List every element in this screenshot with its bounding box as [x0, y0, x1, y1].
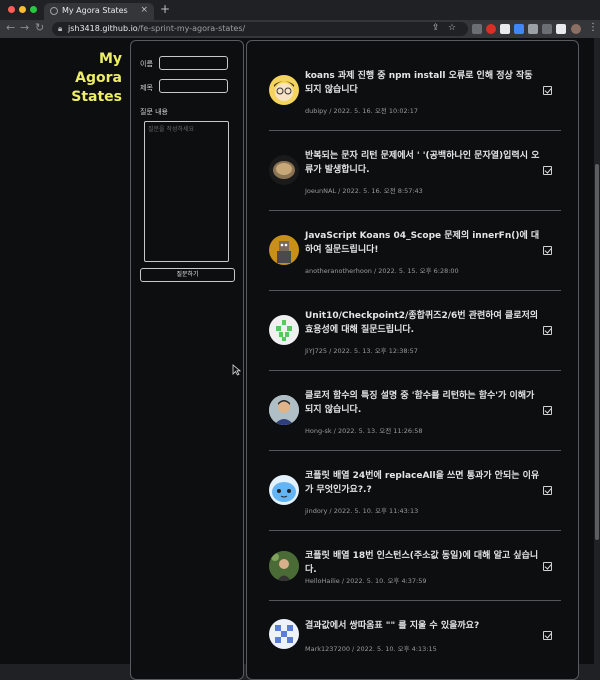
question-meta: Hong-sk / 2022. 5. 13. 오전 11:26:58 — [305, 427, 423, 435]
answered-check-icon — [543, 86, 552, 95]
question-form: 이름 제목 질문 내용 질문을 작성하세요 질문하기 — [130, 40, 244, 680]
window-close-button[interactable] — [8, 6, 15, 13]
avatar-cartoon-boy-icon — [269, 75, 299, 105]
question-meta: anotheranotherhoon / 2022. 5. 15. 오후 6:2… — [305, 267, 459, 275]
window-minimize-button[interactable] — [19, 6, 26, 13]
forward-button[interactable]: → — [20, 21, 29, 34]
answered-check-icon — [543, 246, 552, 255]
reload-button[interactable]: ↻ — [35, 21, 44, 34]
question-item[interactable]: JavaScript Koans 04_Scope 문제의 innerFn()에… — [269, 229, 561, 291]
question-meta: JoeunNAL / 2022. 5. 16. 오전 8:57:43 — [305, 187, 423, 195]
avatar-cute-character-icon — [269, 475, 299, 505]
divider — [269, 210, 561, 211]
page-scrollbar[interactable] — [594, 38, 600, 664]
name-label: 이름 — [140, 60, 153, 68]
question-title[interactable]: 결과값에서 쌍따옴표 "" 를 지울 수 있을까요? — [305, 619, 541, 633]
address-bar[interactable]: 🔒︎ jsh3418.github.io/fe-sprint-my-agora-… — [52, 22, 468, 36]
profile-avatar[interactable] — [571, 24, 581, 34]
name-input[interactable] — [159, 56, 228, 70]
globe-icon — [50, 7, 58, 15]
extension-icon[interactable] — [472, 24, 482, 34]
textarea-placeholder: 질문을 작성하세요 — [148, 126, 195, 133]
question-title[interactable]: koans 과제 진행 중 npm install 오류로 인해 정상 작동 되… — [305, 69, 541, 97]
answered-check-icon — [543, 631, 552, 640]
question-meta: jindory / 2022. 5. 10. 오후 11:43:13 — [305, 507, 419, 515]
mouse-cursor-icon — [232, 364, 241, 376]
logo-line-1: My Agora — [75, 51, 122, 86]
question-item[interactable]: 코플릿 배열 24번에 replaceAll을 쓰면 통과가 안되는 이유가 무… — [269, 469, 561, 531]
content-label: 질문 내용 — [140, 108, 168, 116]
avatar-nature-photo-icon — [269, 551, 299, 581]
divider — [269, 450, 561, 451]
question-item[interactable]: Unit10/Checkpoint2/종합퀴즈2/6번 관련하여 클로저의 효용… — [269, 309, 561, 371]
question-title[interactable]: 클로저 함수의 특징 설명 중 '함수를 리턴하는 함수'가 이해가 되지 않습… — [305, 389, 541, 417]
tab-close-button[interactable]: × — [140, 5, 148, 15]
answered-check-icon — [543, 406, 552, 415]
back-button[interactable]: ← — [6, 21, 15, 34]
lock-icon: 🔒︎ — [58, 24, 63, 33]
question-item[interactable]: koans 과제 진행 중 npm install 오류로 인해 정상 작동 되… — [269, 69, 561, 131]
page-content: My Agora States 이름 제목 질문 내용 질문을 작성하세요 질문… — [0, 38, 594, 680]
question-meta: HelloHailie / 2022. 5. 10. 오후 4:37:59 — [305, 577, 427, 585]
new-tab-button[interactable]: + — [160, 2, 170, 16]
question-title[interactable]: 코플릿 배열 24번에 replaceAll을 쓰면 통과가 안되는 이유가 무… — [305, 469, 541, 497]
logo-line-2: States — [71, 89, 122, 105]
title-input[interactable] — [159, 79, 228, 93]
bookmark-star-icon[interactable]: ☆ — [448, 23, 456, 33]
question-textarea[interactable]: 질문을 작성하세요 — [144, 121, 229, 262]
divider — [269, 370, 561, 371]
extension-icon[interactable] — [514, 24, 524, 34]
question-item[interactable]: 코플릿 배열 18번 인스턴스(주소값 동일)에 대해 알고 싶습니다. Hel… — [269, 549, 561, 601]
question-list: koans 과제 진행 중 npm install 오류로 인해 정상 작동 되… — [246, 40, 579, 680]
question-item[interactable]: 반복되는 문자 리턴 문제에서 ' '(공백하나인 문자열)입력시 오류가 발생… — [269, 149, 561, 211]
tab-bar: My Agora States × + — [0, 0, 600, 20]
question-meta: JiYJ725 / 2022. 5. 13. 오후 12:38:57 — [305, 347, 418, 355]
avatar-person-photo-icon — [269, 395, 299, 425]
extension-icon[interactable] — [500, 24, 510, 34]
avatar-food-bowl-icon — [269, 155, 299, 185]
submit-button[interactable]: 질문하기 — [140, 268, 235, 282]
answered-check-icon — [543, 486, 552, 495]
site-logo: My Agora States — [48, 50, 122, 107]
browser-menu-icon[interactable]: ⋮ — [588, 22, 598, 33]
question-meta: dubipy / 2022. 5. 16. 오전 10:02:17 — [305, 107, 419, 115]
puzzle-icon[interactable] — [528, 24, 538, 34]
answered-check-icon — [543, 326, 552, 335]
divider — [269, 130, 561, 131]
window-zoom-button[interactable] — [30, 6, 37, 13]
answered-check-icon — [543, 166, 552, 175]
avatar-blue-identicon-icon — [269, 619, 299, 649]
divider — [269, 600, 561, 601]
browser-window: My Agora States × + ← → ↻ 🔒︎ jsh3418.git… — [0, 0, 600, 680]
extension-icon[interactable] — [486, 24, 496, 34]
avatar-green-identicon-icon — [269, 315, 299, 345]
divider — [269, 530, 561, 531]
question-title[interactable]: 코플릿 배열 18번 인스턴스(주소값 동일)에 대해 알고 싶습니다. — [305, 549, 541, 577]
title-label: 제목 — [140, 84, 153, 92]
scrollbar-thumb[interactable] — [595, 164, 599, 540]
tab-title: My Agora States — [62, 6, 128, 15]
question-title[interactable]: Unit10/Checkpoint2/종합퀴즈2/6번 관련하여 클로저의 효용… — [305, 309, 541, 337]
browser-toolbar: ← → ↻ 🔒︎ jsh3418.github.io/fe-sprint-my-… — [0, 20, 600, 38]
question-meta: Mark1237200 / 2022. 5. 10. 오후 4:13:15 — [305, 645, 437, 653]
sidebar-icon[interactable] — [556, 24, 566, 34]
question-item[interactable]: 클로저 함수의 특징 설명 중 '함수를 리턴하는 함수'가 이해가 되지 않습… — [269, 389, 561, 451]
question-item[interactable]: 결과값에서 쌍따옴표 "" 를 지울 수 있을까요? Mark1237200 /… — [269, 619, 561, 671]
avatar-figure-icon — [269, 235, 299, 265]
share-icon[interactable]: ⇪ — [432, 23, 440, 33]
question-title[interactable]: 반복되는 문자 리턴 문제에서 ' '(공백하나인 문자열)입력시 오류가 발생… — [305, 149, 541, 177]
divider — [269, 290, 561, 291]
url-text: jsh3418.github.io/fe-sprint-my-agora-sta… — [68, 24, 246, 33]
answered-check-icon — [543, 562, 552, 571]
question-title[interactable]: JavaScript Koans 04_Scope 문제의 innerFn()에… — [305, 229, 541, 257]
browser-tab[interactable]: My Agora States × — [44, 3, 154, 20]
extension-icon[interactable] — [542, 24, 552, 34]
